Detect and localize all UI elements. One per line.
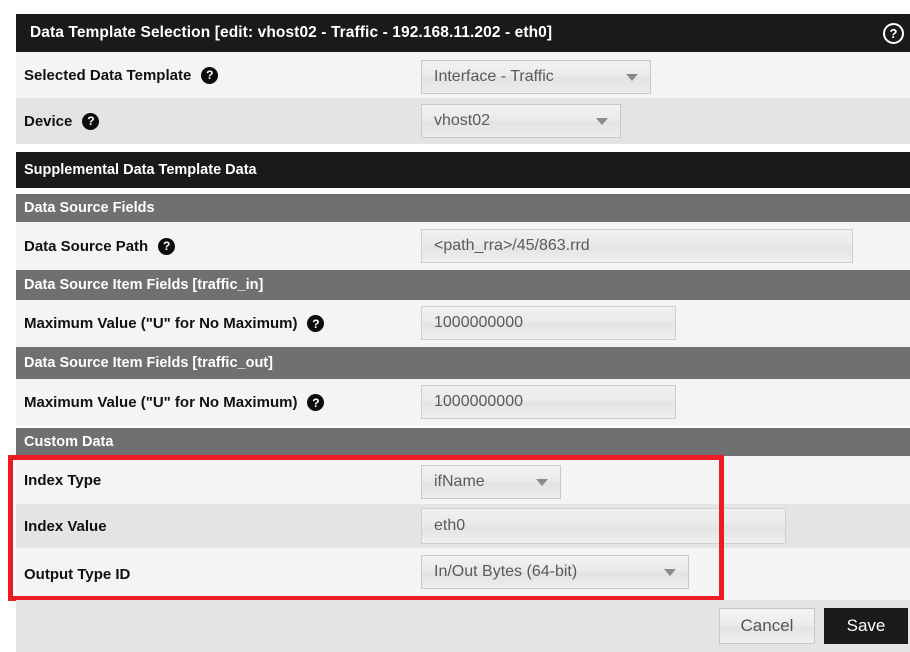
label-max-value-traffic-in: Maximum Value ("U" for No Maximum) ? xyxy=(16,315,325,332)
help-icon-max-value-in[interactable]: ? xyxy=(307,315,325,332)
index-type-field-zone: ifName xyxy=(421,465,561,499)
output-type-id-field-zone: In/Out Bytes (64-bit) xyxy=(421,555,689,589)
help-icon-selected-data-template[interactable]: ? xyxy=(201,66,219,84)
help-icon-data-source-path[interactable]: ? xyxy=(158,237,176,255)
data-source-path-field-zone: <path_rra>/45/863.rrd xyxy=(421,229,853,263)
section-data-source-fields-title: Data Source Fields xyxy=(24,200,155,216)
section-custom-data: Custom Data xyxy=(16,428,910,456)
help-icon-device[interactable]: ? xyxy=(82,112,100,130)
label-output-type-id: Output Type ID xyxy=(16,566,130,583)
chevron-down-icon xyxy=(596,117,608,125)
chevron-down-icon xyxy=(626,73,638,81)
max-value-in-field-zone: 1000000000 xyxy=(421,306,676,340)
help-icon[interactable]: ? xyxy=(883,22,904,44)
section-traffic-in-title: Data Source Item Fields [traffic_in] xyxy=(24,277,264,293)
label-selected-data-template: Selected Data Template ? xyxy=(16,66,219,84)
output-type-id-label-text: Output Type ID xyxy=(24,565,131,583)
label-index-type: Index Type xyxy=(16,472,101,489)
section-supplemental-data: Supplemental Data Template Data xyxy=(16,152,910,188)
index-value-input[interactable]: eth0 xyxy=(421,508,786,544)
selected-data-template-select[interactable]: Interface - Traffic xyxy=(421,60,651,94)
data-template-selection-dialog: Data Template Selection [edit: vhost02 -… xyxy=(0,0,910,652)
index-type-value: ifName xyxy=(434,473,485,490)
section-traffic-in: Data Source Item Fields [traffic_in] xyxy=(16,270,910,300)
device-select[interactable]: vhost02 xyxy=(421,104,621,138)
index-type-label-text: Index Type xyxy=(24,471,102,489)
index-value-field-zone: eth0 xyxy=(421,508,786,544)
data-source-path-input[interactable]: <path_rra>/45/863.rrd xyxy=(421,229,853,263)
chevron-down-icon xyxy=(536,478,548,486)
max-value-out-input[interactable]: 1000000000 xyxy=(421,385,676,419)
help-icon-max-value-out[interactable]: ? xyxy=(307,394,325,411)
max-value-in-label-text: Maximum Value ("U" for No Maximum) xyxy=(24,315,298,332)
selected-data-template-field-zone: Interface - Traffic xyxy=(421,60,651,94)
max-value-out-field-zone: 1000000000 xyxy=(421,385,676,419)
section-traffic-out: Data Source Item Fields [traffic_out] xyxy=(16,347,910,379)
section-custom-data-title: Custom Data xyxy=(24,434,114,450)
selected-data-template-value: Interface - Traffic xyxy=(434,68,554,85)
max-value-in-input[interactable]: 1000000000 xyxy=(421,306,676,340)
dialog-title: Data Template Selection [edit: vhost02 -… xyxy=(30,24,553,41)
label-device: Device ? xyxy=(16,112,100,130)
label-max-value-traffic-out: Maximum Value ("U" for No Maximum) ? xyxy=(16,394,325,411)
dialog-footer: Cancel Save xyxy=(16,600,910,652)
index-type-select[interactable]: ifName xyxy=(421,465,561,499)
cancel-button[interactable]: Cancel xyxy=(719,608,815,644)
label-index-value: Index Value xyxy=(16,518,107,535)
section-data-source-fields: Data Source Fields xyxy=(16,194,910,222)
save-button[interactable]: Save xyxy=(824,608,908,644)
section-supplemental-title: Supplemental Data Template Data xyxy=(24,162,257,178)
chevron-down-icon xyxy=(664,568,676,576)
output-type-id-value: In/Out Bytes (64-bit) xyxy=(434,563,578,580)
section-traffic-out-title: Data Source Item Fields [traffic_out] xyxy=(24,355,273,371)
device-field-zone: vhost02 xyxy=(421,104,621,138)
selected-data-template-label-text: Selected Data Template xyxy=(24,66,192,84)
label-data-source-path: Data Source Path ? xyxy=(16,237,176,255)
device-value: vhost02 xyxy=(434,112,491,129)
dialog-titlebar: Data Template Selection [edit: vhost02 -… xyxy=(16,14,910,52)
data-source-path-label-text: Data Source Path xyxy=(24,237,149,255)
index-value-label-text: Index Value xyxy=(24,517,107,535)
device-label-text: Device xyxy=(24,112,73,130)
output-type-id-select[interactable]: In/Out Bytes (64-bit) xyxy=(421,555,689,589)
max-value-out-label-text: Maximum Value ("U" for No Maximum) xyxy=(24,394,298,411)
